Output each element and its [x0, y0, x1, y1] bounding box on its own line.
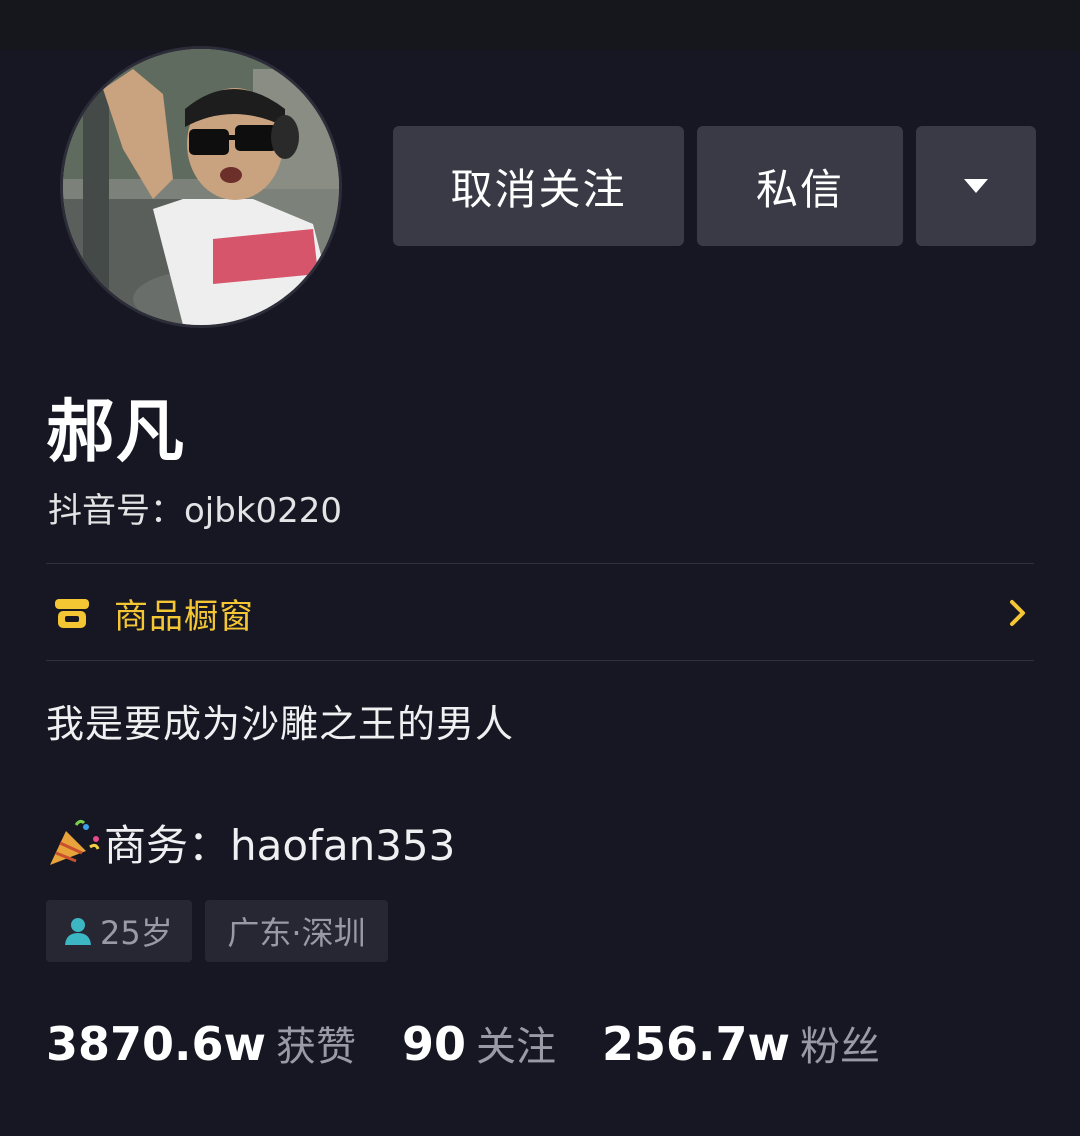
age-tag: 25岁 [46, 900, 192, 962]
message-button-label: 私信 [755, 164, 844, 214]
bio-text: 我是要成为沙雕之王的男人 [46, 702, 515, 746]
following-count: 90 [402, 1017, 467, 1071]
person-icon [65, 918, 91, 945]
following-label: 关注 [476, 1024, 557, 1070]
triangle-down-icon [964, 179, 988, 193]
business-contact-text: 商务：haofan353 [104, 821, 456, 870]
shop-window-row[interactable]: 商品橱窗 [46, 566, 1034, 660]
followers-count: 256.7w [602, 1017, 791, 1071]
profile-page: 取消关注 私信 郝凡 抖音号：ojbk0220 商品橱窗 我是要成为沙雕之王的男… [0, 0, 1080, 1136]
party-popper-icon [50, 819, 100, 865]
message-button[interactable]: 私信 [697, 126, 903, 246]
likes-label: 获赞 [276, 1024, 357, 1070]
likes-count: 3870.6w [46, 1017, 267, 1071]
divider [46, 563, 1034, 564]
likes-stat: 3870.6w 获赞 [46, 1014, 356, 1072]
unfollow-button-label: 取消关注 [450, 164, 627, 214]
shop-window-label: 商品橱窗 [114, 596, 254, 637]
avatar[interactable] [60, 46, 342, 328]
profile-name: 郝凡 [46, 393, 187, 472]
divider [46, 660, 1034, 661]
douyin-id: 抖音号：ojbk0220 [48, 491, 343, 531]
shop-icon [55, 599, 89, 628]
more-options-button[interactable] [916, 126, 1036, 246]
status-bar-area [0, 0, 1080, 50]
following-stat[interactable]: 90 关注 [402, 1014, 556, 1072]
followers-label: 粉丝 [800, 1024, 881, 1070]
chevron-right-icon [1010, 600, 1025, 626]
avatar-image [63, 49, 339, 325]
business-contact: 商务：haofan353 [46, 812, 455, 873]
followers-stat[interactable]: 256.7w 粉丝 [602, 1014, 880, 1072]
profile-stats: 3870.6w 获赞 90 关注 256.7w 粉丝 [46, 1014, 926, 1078]
unfollow-button[interactable]: 取消关注 [393, 126, 684, 246]
location-text: 广东·深圳 [227, 914, 366, 952]
age-text: 25岁 [100, 914, 173, 952]
location-tag: 广东·深圳 [205, 900, 388, 962]
